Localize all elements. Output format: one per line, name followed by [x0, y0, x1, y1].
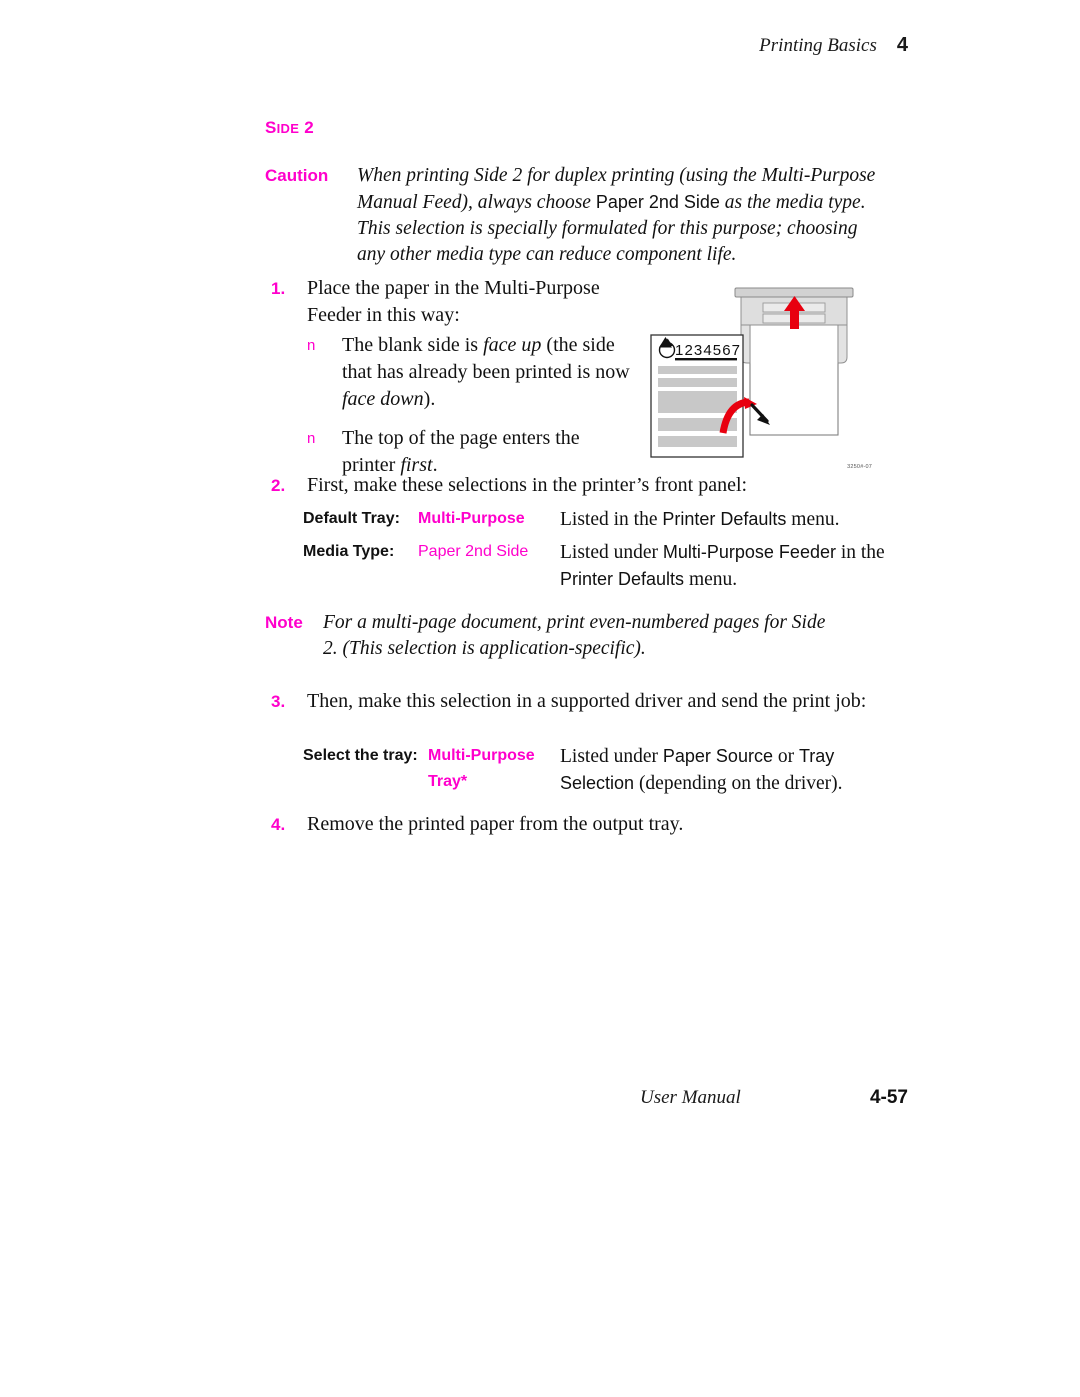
page-text-bar — [658, 436, 737, 447]
step-1-text: Place the paper in the Multi-Purpose Fee… — [307, 277, 600, 326]
step-4: 4. Remove the printed paper from the out… — [271, 811, 891, 838]
page-footer: User Manual 4-57 — [640, 1087, 908, 1109]
bullet-0-part1: The blank side is — [342, 334, 484, 356]
table-row: Media Type: Paper 2nd Side Listed under … — [303, 539, 893, 593]
setting-label-select-tray: Select the tray: — [303, 747, 418, 764]
footer-page-number: 4-57 — [869, 1087, 908, 1108]
step-3: 3. Then, make this selection in a suppor… — [271, 688, 891, 715]
footer-title: User Manual — [640, 1087, 741, 1108]
page-text-bar — [658, 366, 737, 374]
caution-body: When printing Side 2 for duplex printing… — [357, 163, 877, 268]
setting-label-media-type: Media Type: — [303, 543, 395, 560]
step-3-text: Then, make this selection in a supported… — [307, 690, 867, 712]
step-4-number: 4. — [271, 815, 286, 834]
desc-ui-term: Multi-Purpose Feeder — [662, 542, 836, 562]
bullet-marker-icon: n — [307, 337, 316, 354]
section-label-side-2: SIDE 2 — [265, 118, 314, 138]
bullet-0-em2: face down — [342, 388, 424, 410]
step-4-text: Remove the printed paper from the output… — [307, 813, 684, 835]
setting-desc-media-type: Listed under Multi-Purpose Feeder in the… — [560, 539, 890, 593]
note-body: For a multi-page document, print even-nu… — [323, 612, 826, 659]
illustration-svg: 1234567 — [650, 287, 854, 458]
setting-value-line-2: Tray* — [428, 773, 468, 790]
setting-value-default-tray: Multi-Purpose — [418, 510, 525, 527]
step-3-number: 3. — [271, 692, 286, 711]
desc-pre: Listed under — [560, 746, 663, 767]
note-keyword: Note — [265, 613, 303, 632]
running-header: Printing Basics 4 — [0, 34, 908, 57]
page-digits: 1234567 — [675, 342, 741, 359]
desc-ui-term: Paper Source — [662, 746, 773, 766]
setting-value-media-type: Paper 2nd Side — [418, 543, 529, 560]
driver-settings-table: Select the tray: Multi-Purpose Tray* List… — [303, 743, 893, 803]
step-1-number: 1. — [271, 279, 286, 298]
bullet-marker-icon: n — [307, 430, 316, 447]
note-block: Note For a multi-page document, print ev… — [265, 610, 885, 662]
desc-ui-term: Printer Defaults — [662, 509, 787, 529]
desc-post: (depending on the driver). — [634, 773, 843, 794]
bullet-text: The blank side is face up (the side that… — [342, 332, 632, 413]
setting-value-line-1: Multi-Purpose — [428, 747, 535, 764]
section-label-number: 2 — [299, 118, 314, 137]
setting-value-select-tray: Multi-Purpose Tray* — [428, 743, 560, 795]
list-item: n The top of the page enters the printer… — [307, 425, 637, 479]
desc-post: menu. — [786, 509, 840, 530]
list-item: n The blank side is face up (the side th… — [307, 332, 637, 413]
bullet-text: The top of the page enters the printer f… — [342, 425, 632, 479]
desc-pre: Listed in the — [560, 509, 663, 530]
figure-caption-id: 3250#-07 — [847, 464, 872, 470]
bullet-0-part3: ). — [423, 388, 436, 410]
page-digits-underline — [675, 358, 737, 361]
desc-pre: Listed under — [560, 542, 663, 563]
feeder-top-bar — [734, 287, 854, 298]
setting-desc-default-tray: Listed in the Printer Defaults menu. — [560, 506, 890, 533]
manual-page: Printing Basics 4 SIDE 2 Caution When pri… — [0, 0, 1080, 1397]
page-text-bar — [658, 378, 737, 387]
setting-desc-select-tray: Listed under Paper Source or Tray Select… — [560, 743, 890, 797]
desc-post: menu. — [684, 569, 738, 590]
step-1-bullet-list: n The blank side is face up (the side th… — [307, 332, 637, 491]
desc-mid: in the — [835, 542, 885, 563]
caution-block: Caution When printing Side 2 for duplex … — [265, 163, 885, 268]
section-label-initial: S — [265, 118, 277, 137]
setting-label-default-tray: Default Tray: — [303, 510, 400, 527]
running-header-title: Printing Basics — [759, 35, 877, 56]
step-2-text: First, make these selections in the prin… — [307, 474, 748, 496]
table-row: Select the tray: Multi-Purpose Tray* List… — [303, 743, 893, 797]
bullet-0-em1: face up — [483, 334, 542, 356]
bullet-1-part1: The top of the page enters the printer — [342, 427, 580, 476]
step-2-number: 2. — [271, 476, 286, 495]
front-panel-settings-table: Default Tray: Multi-Purpose Listed in th… — [303, 506, 893, 599]
desc-mid: or — [772, 746, 799, 767]
caution-ui-term: Paper 2nd Side — [595, 192, 720, 212]
page-text-block — [658, 391, 737, 413]
step-1: 1. Place the paper in the Multi-Purpose … — [271, 275, 631, 329]
caution-keyword: Caution — [265, 166, 329, 185]
desc-ui-term-2: Printer Defaults — [560, 569, 685, 589]
table-row: Default Tray: Multi-Purpose Listed in th… — [303, 506, 893, 533]
duplex-feed-illustration: 1234567 3250#-07 — [645, 285, 880, 470]
chapter-number: 4 — [896, 34, 908, 56]
step-2: 2. First, make these selections in the p… — [271, 472, 891, 499]
section-label-smallcaps: IDE — [276, 121, 300, 136]
